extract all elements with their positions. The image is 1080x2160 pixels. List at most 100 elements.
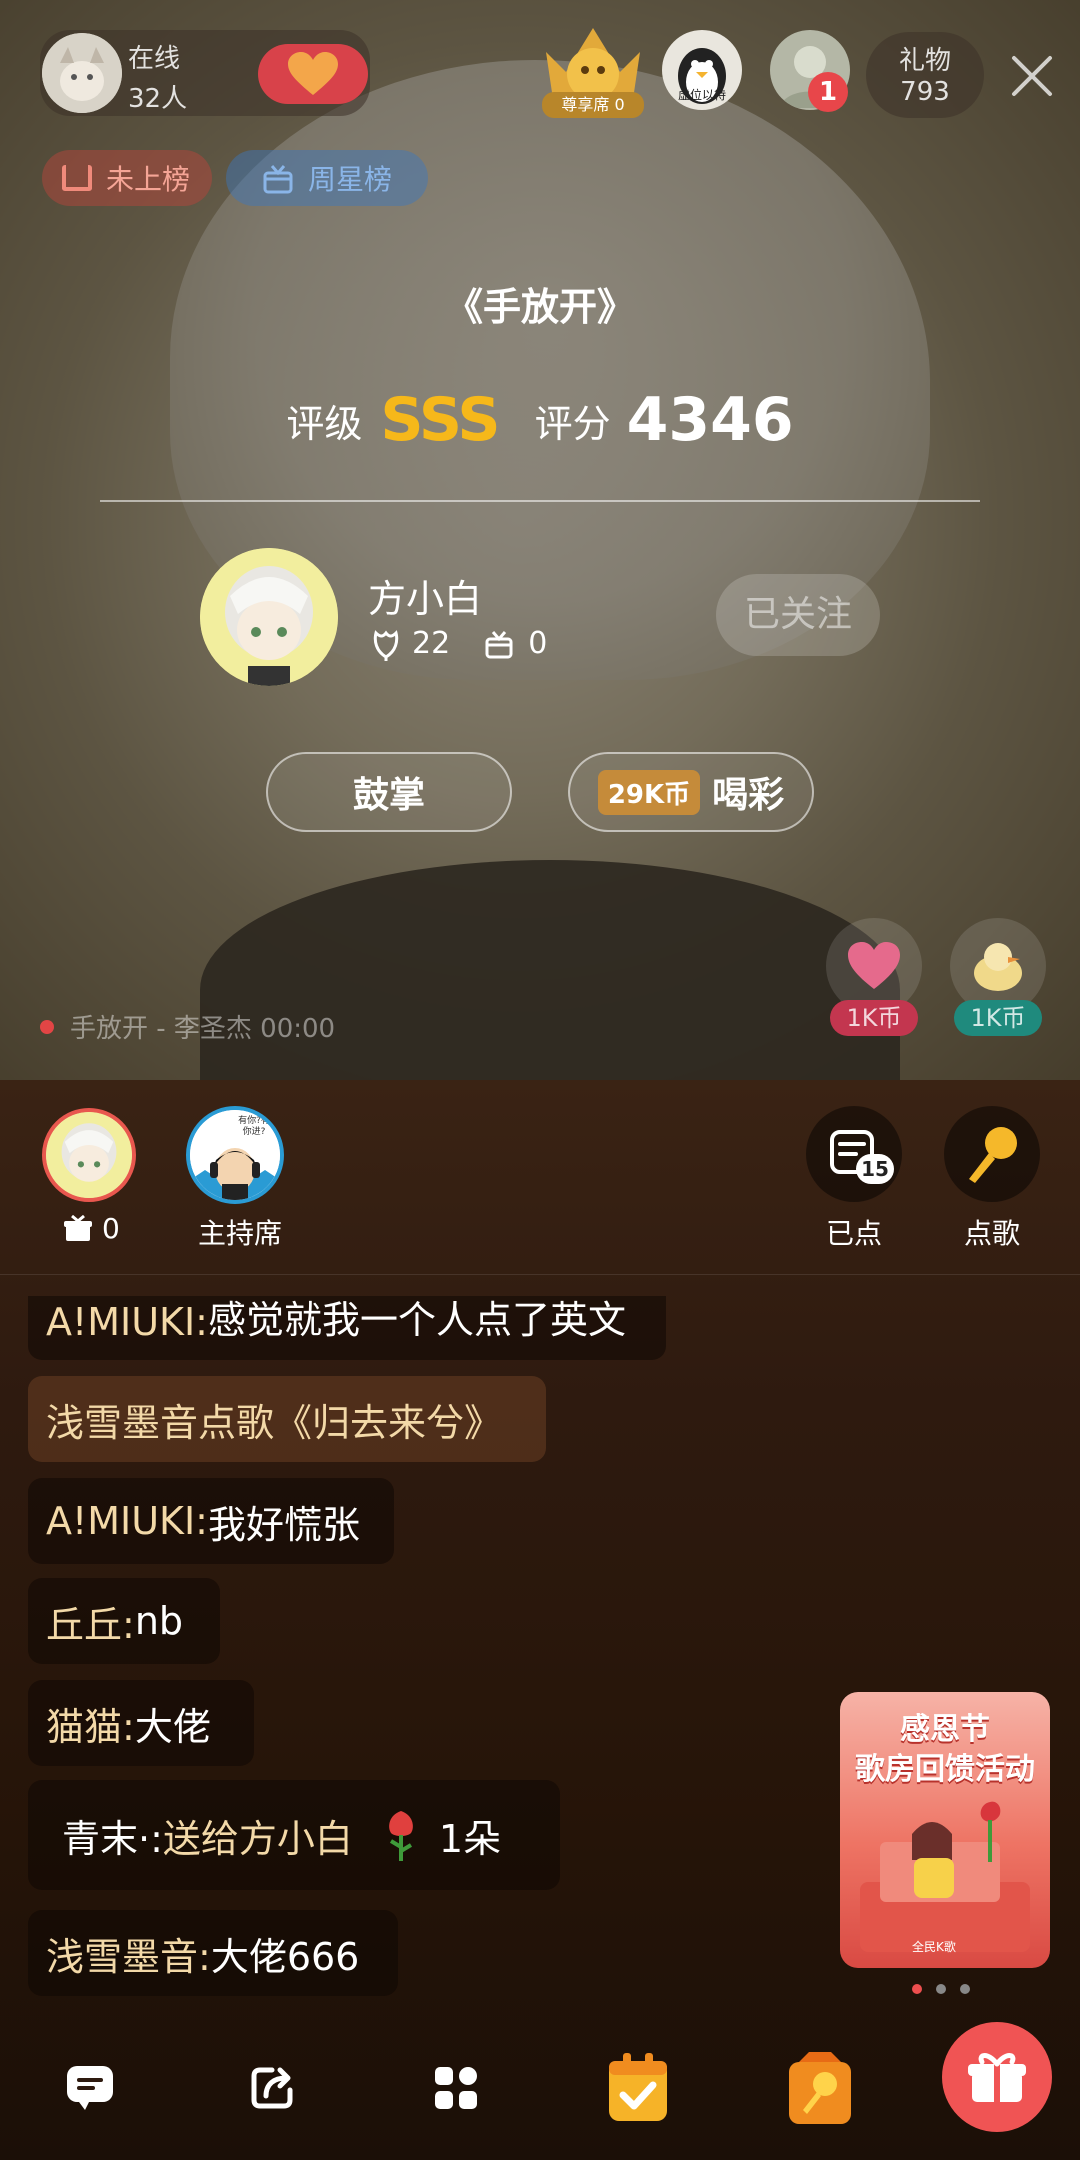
close-button[interactable] — [1010, 54, 1054, 98]
flower-icon — [373, 629, 399, 661]
weekly-star-chip[interactable]: 周星榜 — [226, 150, 428, 206]
close-icon — [1012, 56, 1052, 96]
more-apps-button[interactable] — [408, 2040, 504, 2136]
request-song-label: 点歌 — [963, 1217, 1020, 1250]
microphone-icon — [969, 1127, 1017, 1183]
gift-button[interactable] — [942, 2022, 1052, 2132]
singer-seat-avatar[interactable] — [42, 1108, 136, 1202]
gift-message[interactable]: 青末·: 送给方小白 1朵 — [28, 1780, 560, 1890]
heart-gift-icon — [848, 942, 900, 989]
chat-text: 送给方小白 — [162, 1816, 353, 1861]
ordered-songs-button[interactable]: 15 — [806, 1106, 902, 1202]
applaud-button[interactable]: 鼓掌 — [266, 752, 512, 832]
comment-button[interactable] — [42, 2040, 138, 2136]
gifts-count: 0 — [528, 626, 548, 661]
honor-seat[interactable]: 尊享席 0 — [538, 22, 648, 118]
chat-username: A!MIUKI: — [46, 1499, 208, 1543]
host-avatar[interactable] — [42, 33, 122, 113]
panel-divider — [0, 1274, 1080, 1275]
online-label: 在线 — [128, 44, 181, 74]
gift-count: 793 — [900, 77, 950, 107]
singer-stats: 22 0 — [370, 626, 547, 661]
grid-icon — [435, 2067, 477, 2109]
gift-icon — [485, 630, 513, 658]
song-title: 《手放开》 — [444, 285, 635, 329]
gift-box-icon — [263, 165, 293, 194]
heart-follow-button[interactable] — [258, 44, 368, 104]
cheer-button[interactable]: 29K币 喝彩 — [568, 752, 814, 832]
ordered-count-badge: 15 — [856, 1154, 894, 1184]
chat-system-text: 浅雪墨音点歌《归去来兮》 — [46, 1400, 503, 1445]
chat-username: 丘丘: — [46, 1602, 135, 1647]
checklist-icon — [609, 2053, 667, 2121]
gift-label: 礼物 — [898, 46, 951, 76]
heart-icon — [288, 52, 338, 95]
event-illustration — [860, 1801, 1030, 1952]
ktv-button[interactable] — [772, 2040, 868, 2136]
penguin-seat[interactable]: 虚位以待 — [662, 30, 742, 110]
penguin-seat-label: 虚位以待 — [677, 88, 726, 102]
request-song-button[interactable] — [944, 1106, 1040, 1202]
mic-box-icon — [789, 2052, 851, 2124]
quick-gift-heart[interactable]: 1K币 — [826, 918, 922, 1036]
score-label: 评分 — [534, 401, 611, 446]
chat-message[interactable]: 浅雪墨音: 大佬666 — [28, 1910, 398, 1996]
chat-text: 感觉就我一个人点了英文 — [207, 1298, 626, 1342]
duck-gift-icon — [974, 943, 1022, 991]
banner-pager — [912, 1984, 970, 1994]
chat-message[interactable]: 丘丘: nb — [28, 1578, 220, 1664]
ordered-label: 已点 — [825, 1217, 882, 1250]
cheer-label: 喝彩 — [712, 775, 785, 816]
honor-seat-label: 尊享席 0 — [542, 92, 644, 118]
notification-badge: 1 — [808, 72, 848, 112]
gift-count-pill[interactable]: 礼物 793 — [866, 32, 984, 118]
likes-count: 22 — [412, 626, 451, 661]
grade-value: SSS — [380, 385, 500, 455]
chat-text: 大佬 — [134, 1704, 211, 1749]
now-playing: 手放开 - 李圣杰 00:00 — [40, 1008, 335, 1045]
pager-dot — [960, 1984, 970, 1994]
chat-message[interactable]: A!MIUKI: 感觉就我一个人点了英文 — [28, 1296, 666, 1360]
recording-dot-icon — [40, 1019, 54, 1034]
chat-username: 浅雪墨音: — [46, 1934, 211, 1979]
singer-avatar[interactable] — [200, 548, 338, 686]
weekly-star-label: 周星榜 — [308, 163, 393, 196]
chat-text: 我好慌张 — [207, 1502, 360, 1547]
chat-message[interactable]: A!MIUKI: 我好慌张 — [28, 1478, 394, 1564]
cheer-price: 29K币 — [597, 769, 701, 815]
pager-dot — [936, 1984, 946, 1994]
singer-seat-gift-count: 0 — [102, 1212, 120, 1245]
chat-username: A!MIUKI: — [46, 1300, 208, 1344]
bar-chart-icon — [62, 165, 92, 191]
grade-label: 评级 — [286, 401, 363, 446]
score-value: 4346 — [626, 385, 794, 455]
chat-bubble-icon — [67, 2066, 113, 2110]
rose-icon — [389, 1811, 413, 1861]
gift-icon — [64, 1214, 92, 1241]
now-playing-text: 手放开 - 李圣杰 00:00 — [70, 1014, 336, 1044]
chat-username: 猫猫: — [46, 1704, 135, 1749]
online-count: 32人 — [128, 84, 188, 114]
chat-username: 青末·: — [62, 1816, 163, 1861]
follow-button[interactable]: 已关注 — [716, 574, 880, 656]
host-seat-avatar[interactable]: 有你?有你进? — [186, 1106, 284, 1204]
event-banner[interactable]: 感恩节 歌房回馈活动 全民K歌 — [840, 1692, 1050, 1968]
chat-text: nb — [134, 1599, 184, 1643]
event-banner-brand: 全民K歌 — [912, 1940, 956, 1954]
share-icon — [251, 2067, 293, 2109]
pager-dot-active — [912, 1984, 922, 1994]
grade-score-row: 评级 SSS 评分 4346 — [0, 380, 1080, 460]
gift-quantity: 1朵 — [438, 1816, 502, 1861]
host-avatar-bubble: 有你?有你进? — [234, 1116, 274, 1138]
chat-message[interactable]: 猫猫: 大佬 — [28, 1680, 254, 1766]
quick-gift-heart-price: 1K币 — [830, 1000, 918, 1036]
singer-seat-gifts: 0 — [64, 1212, 120, 1245]
singer-name: 方小白 — [368, 577, 483, 621]
divider — [100, 500, 980, 502]
quick-gift-duck-price: 1K币 — [954, 1000, 1042, 1036]
quick-gift-duck[interactable]: 1K币 — [950, 918, 1046, 1036]
share-button[interactable] — [224, 2040, 320, 2136]
task-button[interactable] — [590, 2040, 686, 2136]
rank-chip[interactable]: 未上榜 — [42, 150, 212, 206]
song-request-notice[interactable]: 浅雪墨音点歌《归去来兮》 — [28, 1376, 546, 1462]
